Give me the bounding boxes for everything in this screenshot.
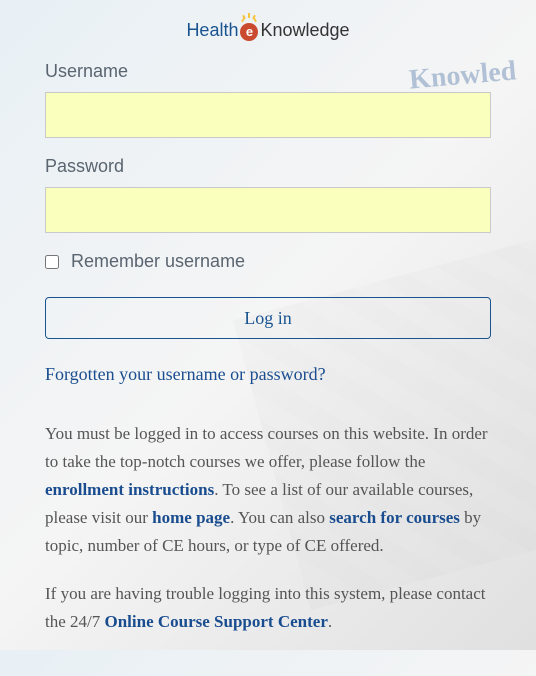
login-button[interactable]: Log in [45, 297, 491, 339]
info-paragraph-1: You must be logged in to access courses … [45, 420, 491, 560]
support-center-link[interactable]: Online Course Support Center [105, 612, 328, 631]
password-label: Password [45, 156, 491, 177]
home-page-link[interactable]: home page [152, 508, 230, 527]
remember-checkbox[interactable] [45, 255, 59, 269]
logo-e-circle: e [240, 23, 258, 41]
search-courses-link[interactable]: search for courses [329, 508, 460, 527]
info-paragraph-2: If you are having trouble logging into t… [45, 580, 491, 636]
password-input[interactable] [45, 187, 491, 233]
username-label: Username [45, 61, 491, 82]
username-input[interactable] [45, 92, 491, 138]
logo-e-wrapper: e [240, 23, 258, 41]
sun-icon [241, 13, 257, 23]
enrollment-instructions-link[interactable]: enrollment instructions [45, 480, 214, 499]
login-container: HealtheKnowledge Username Password Remem… [0, 0, 536, 676]
logo-text-knowledge: Knowledge [260, 20, 349, 40]
remember-row: Remember username [45, 251, 491, 272]
text-segment: You must be logged in to access courses … [45, 424, 488, 471]
site-logo: HealtheKnowledge [45, 20, 491, 41]
text-segment: . [328, 612, 332, 631]
logo-text-health: Health [186, 20, 238, 40]
forgot-password-link[interactable]: Forgotten your username or password? [45, 364, 491, 385]
remember-label: Remember username [71, 251, 245, 272]
text-segment: . You can also [230, 508, 329, 527]
